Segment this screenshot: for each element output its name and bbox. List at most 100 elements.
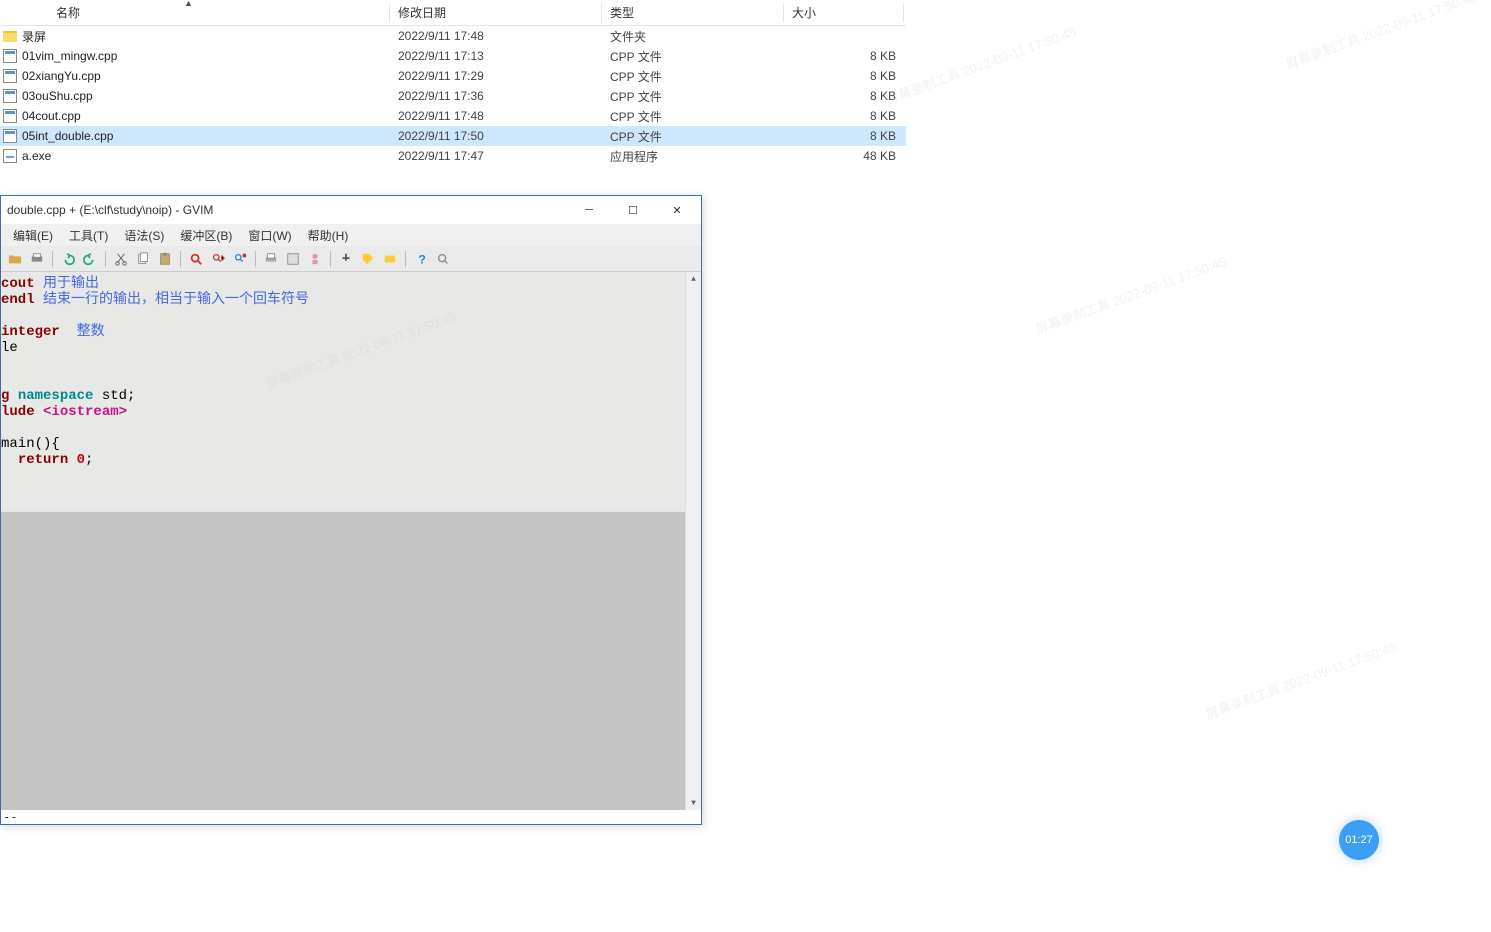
file-date: 2022/9/11 17:50 [390, 129, 602, 143]
file-name: 04cout.cpp [22, 109, 81, 123]
run-icon[interactable] [305, 249, 325, 269]
file-name: 05int_double.cpp [22, 129, 113, 143]
file-size: 8 KB [784, 89, 904, 103]
findhelp-icon[interactable] [433, 249, 453, 269]
vertical-scrollbar[interactable]: ▲ ▼ [685, 272, 701, 812]
minimize-button[interactable]: ─ [567, 196, 611, 224]
code-indent [1, 452, 18, 468]
help-icon[interactable]: ? [411, 249, 431, 269]
code-text: std; [93, 388, 135, 404]
code-include: <iostream> [43, 404, 127, 420]
redo-icon[interactable] [80, 249, 100, 269]
cpp-icon [2, 88, 18, 104]
gvim-titlebar[interactable]: double.cpp + (E:\clf\study\noip) - GVIM … [1, 196, 701, 224]
file-type: CPP 文件 [602, 88, 784, 105]
file-date: 2022/9/11 17:48 [390, 29, 602, 43]
time-badge: 01:27 [1339, 820, 1379, 860]
find-icon[interactable] [186, 249, 206, 269]
window-controls: ─ ☐ ✕ [567, 196, 699, 224]
tag-back-icon[interactable] [380, 249, 400, 269]
code-comment: 用于输出 [35, 276, 99, 292]
col-name-label: 名称 [56, 6, 80, 20]
replace-icon[interactable] [230, 249, 250, 269]
file-name: a.exe [22, 149, 51, 163]
file-size: 8 KB [784, 109, 904, 123]
code-text: main(){ [1, 436, 60, 452]
file-type: CPP 文件 [602, 48, 784, 65]
code-kw: return [18, 452, 68, 468]
code-comment: 整数 [60, 324, 105, 340]
gvim-editor[interactable]: cout 用于输出 endl 结束一行的输出，相当于输入一个回车符号 integ… [1, 272, 701, 812]
menu-item[interactable]: 缓冲区(B) [172, 225, 240, 246]
file-size: 8 KB [784, 129, 904, 143]
file-name: 02xiangYu.cpp [22, 69, 101, 83]
editor-empty-area [1, 512, 685, 812]
save-session-icon[interactable] [283, 249, 303, 269]
folder-icon [2, 28, 18, 44]
print2-icon[interactable] [261, 249, 281, 269]
file-size: 48 KB [784, 149, 904, 163]
file-type: 文件夹 [602, 28, 784, 45]
cpp-icon [2, 68, 18, 84]
cpp-icon [2, 128, 18, 144]
code-num: 0 [77, 452, 85, 468]
toolbar-separator [105, 251, 106, 267]
sort-asc-icon: ▲ [184, 0, 193, 8]
toolbar-separator [330, 251, 331, 267]
file-row[interactable]: 03ouShu.cpp 2022/9/11 17:36CPP 文件8 KB [0, 86, 906, 106]
code-text [68, 452, 76, 468]
file-row[interactable]: 02xiangYu.cpp2022/9/11 17:29CPP 文件8 KB [0, 66, 906, 86]
menu-item[interactable]: 工具(T) [61, 225, 116, 246]
code-text: le [1, 340, 18, 356]
menu-item[interactable]: 帮助(H) [300, 225, 357, 246]
file-type: CPP 文件 [602, 128, 784, 145]
code-comment: 结束一行的输出，相当于输入一个回车符号 [35, 292, 309, 308]
cut-icon[interactable] [111, 249, 131, 269]
col-name-header[interactable]: 名称 ▲ [0, 0, 390, 25]
file-row[interactable]: 05int_double.cpp 2022/9/11 17:50CPP 文件8 K… [0, 126, 906, 146]
menu-item[interactable]: 语法(S) [116, 225, 172, 246]
col-type-header[interactable]: 类型 [602, 0, 784, 25]
scroll-up-icon[interactable]: ▲ [686, 272, 701, 288]
file-name: 01vim_mingw.cpp [22, 49, 117, 63]
file-row[interactable]: 录屏2022/9/11 17:48文件夹 [0, 26, 906, 46]
code-text: ; [85, 452, 93, 468]
make-icon[interactable] [336, 249, 356, 269]
column-header-row: 名称 ▲ 修改日期 类型 大小 [0, 0, 906, 26]
file-date: 2022/9/11 17:36 [390, 89, 602, 103]
toolbar-separator [255, 251, 256, 267]
file-type: CPP 文件 [602, 108, 784, 125]
open-icon[interactable] [5, 249, 25, 269]
gvim-window: double.cpp + (E:\clf\study\noip) - GVIM … [0, 195, 702, 825]
file-type: CPP 文件 [602, 68, 784, 85]
undo-icon[interactable] [58, 249, 78, 269]
editor-content: cout 用于输出 endl 结束一行的输出，相当于输入一个回车符号 integ… [1, 272, 685, 508]
file-row[interactable]: 04cout.cpp2022/9/11 17:48CPP 文件8 KB [0, 106, 906, 126]
svg-text:?: ? [418, 252, 425, 266]
code-kw: namespace [18, 388, 94, 404]
file-type: 应用程序 [602, 148, 784, 165]
menu-item[interactable]: 编辑(E) [5, 225, 61, 246]
copy-icon[interactable] [133, 249, 153, 269]
col-size-header[interactable]: 大小 [784, 0, 904, 25]
code-kw: integer [1, 324, 60, 340]
tag-icon[interactable] [358, 249, 378, 269]
menu-item[interactable]: 窗口(W) [240, 225, 299, 246]
col-date-header[interactable]: 修改日期 [390, 0, 602, 25]
code-kw: endl [1, 292, 35, 308]
gvim-statusline: -- [1, 810, 701, 824]
paste-icon[interactable] [155, 249, 175, 269]
file-row[interactable]: 01vim_mingw.cpp2022/9/11 17:13CPP 文件8 KB [0, 46, 906, 66]
close-button[interactable]: ✕ [655, 196, 699, 224]
maximize-button[interactable]: ☐ [611, 196, 655, 224]
toolbar-separator [405, 251, 406, 267]
watermark: 屏幕录制工具 2022-09-11 17:50:45 [1203, 636, 1399, 723]
file-name: 03ouShu.cpp [22, 89, 93, 103]
file-row[interactable]: a.exe2022/9/11 17:47应用程序48 KB [0, 146, 906, 166]
find-next-icon[interactable] [208, 249, 228, 269]
file-list: 录屏2022/9/11 17:48文件夹01vim_mingw.cpp2022/… [0, 26, 906, 166]
watermark: 屏幕录制工具 2022-09-11 17:50:45 [1033, 251, 1229, 338]
print-icon[interactable] [27, 249, 47, 269]
gvim-toolbar: ? [1, 246, 701, 272]
gvim-menubar: 编辑(E)工具(T)语法(S)缓冲区(B)窗口(W)帮助(H) [1, 224, 701, 246]
